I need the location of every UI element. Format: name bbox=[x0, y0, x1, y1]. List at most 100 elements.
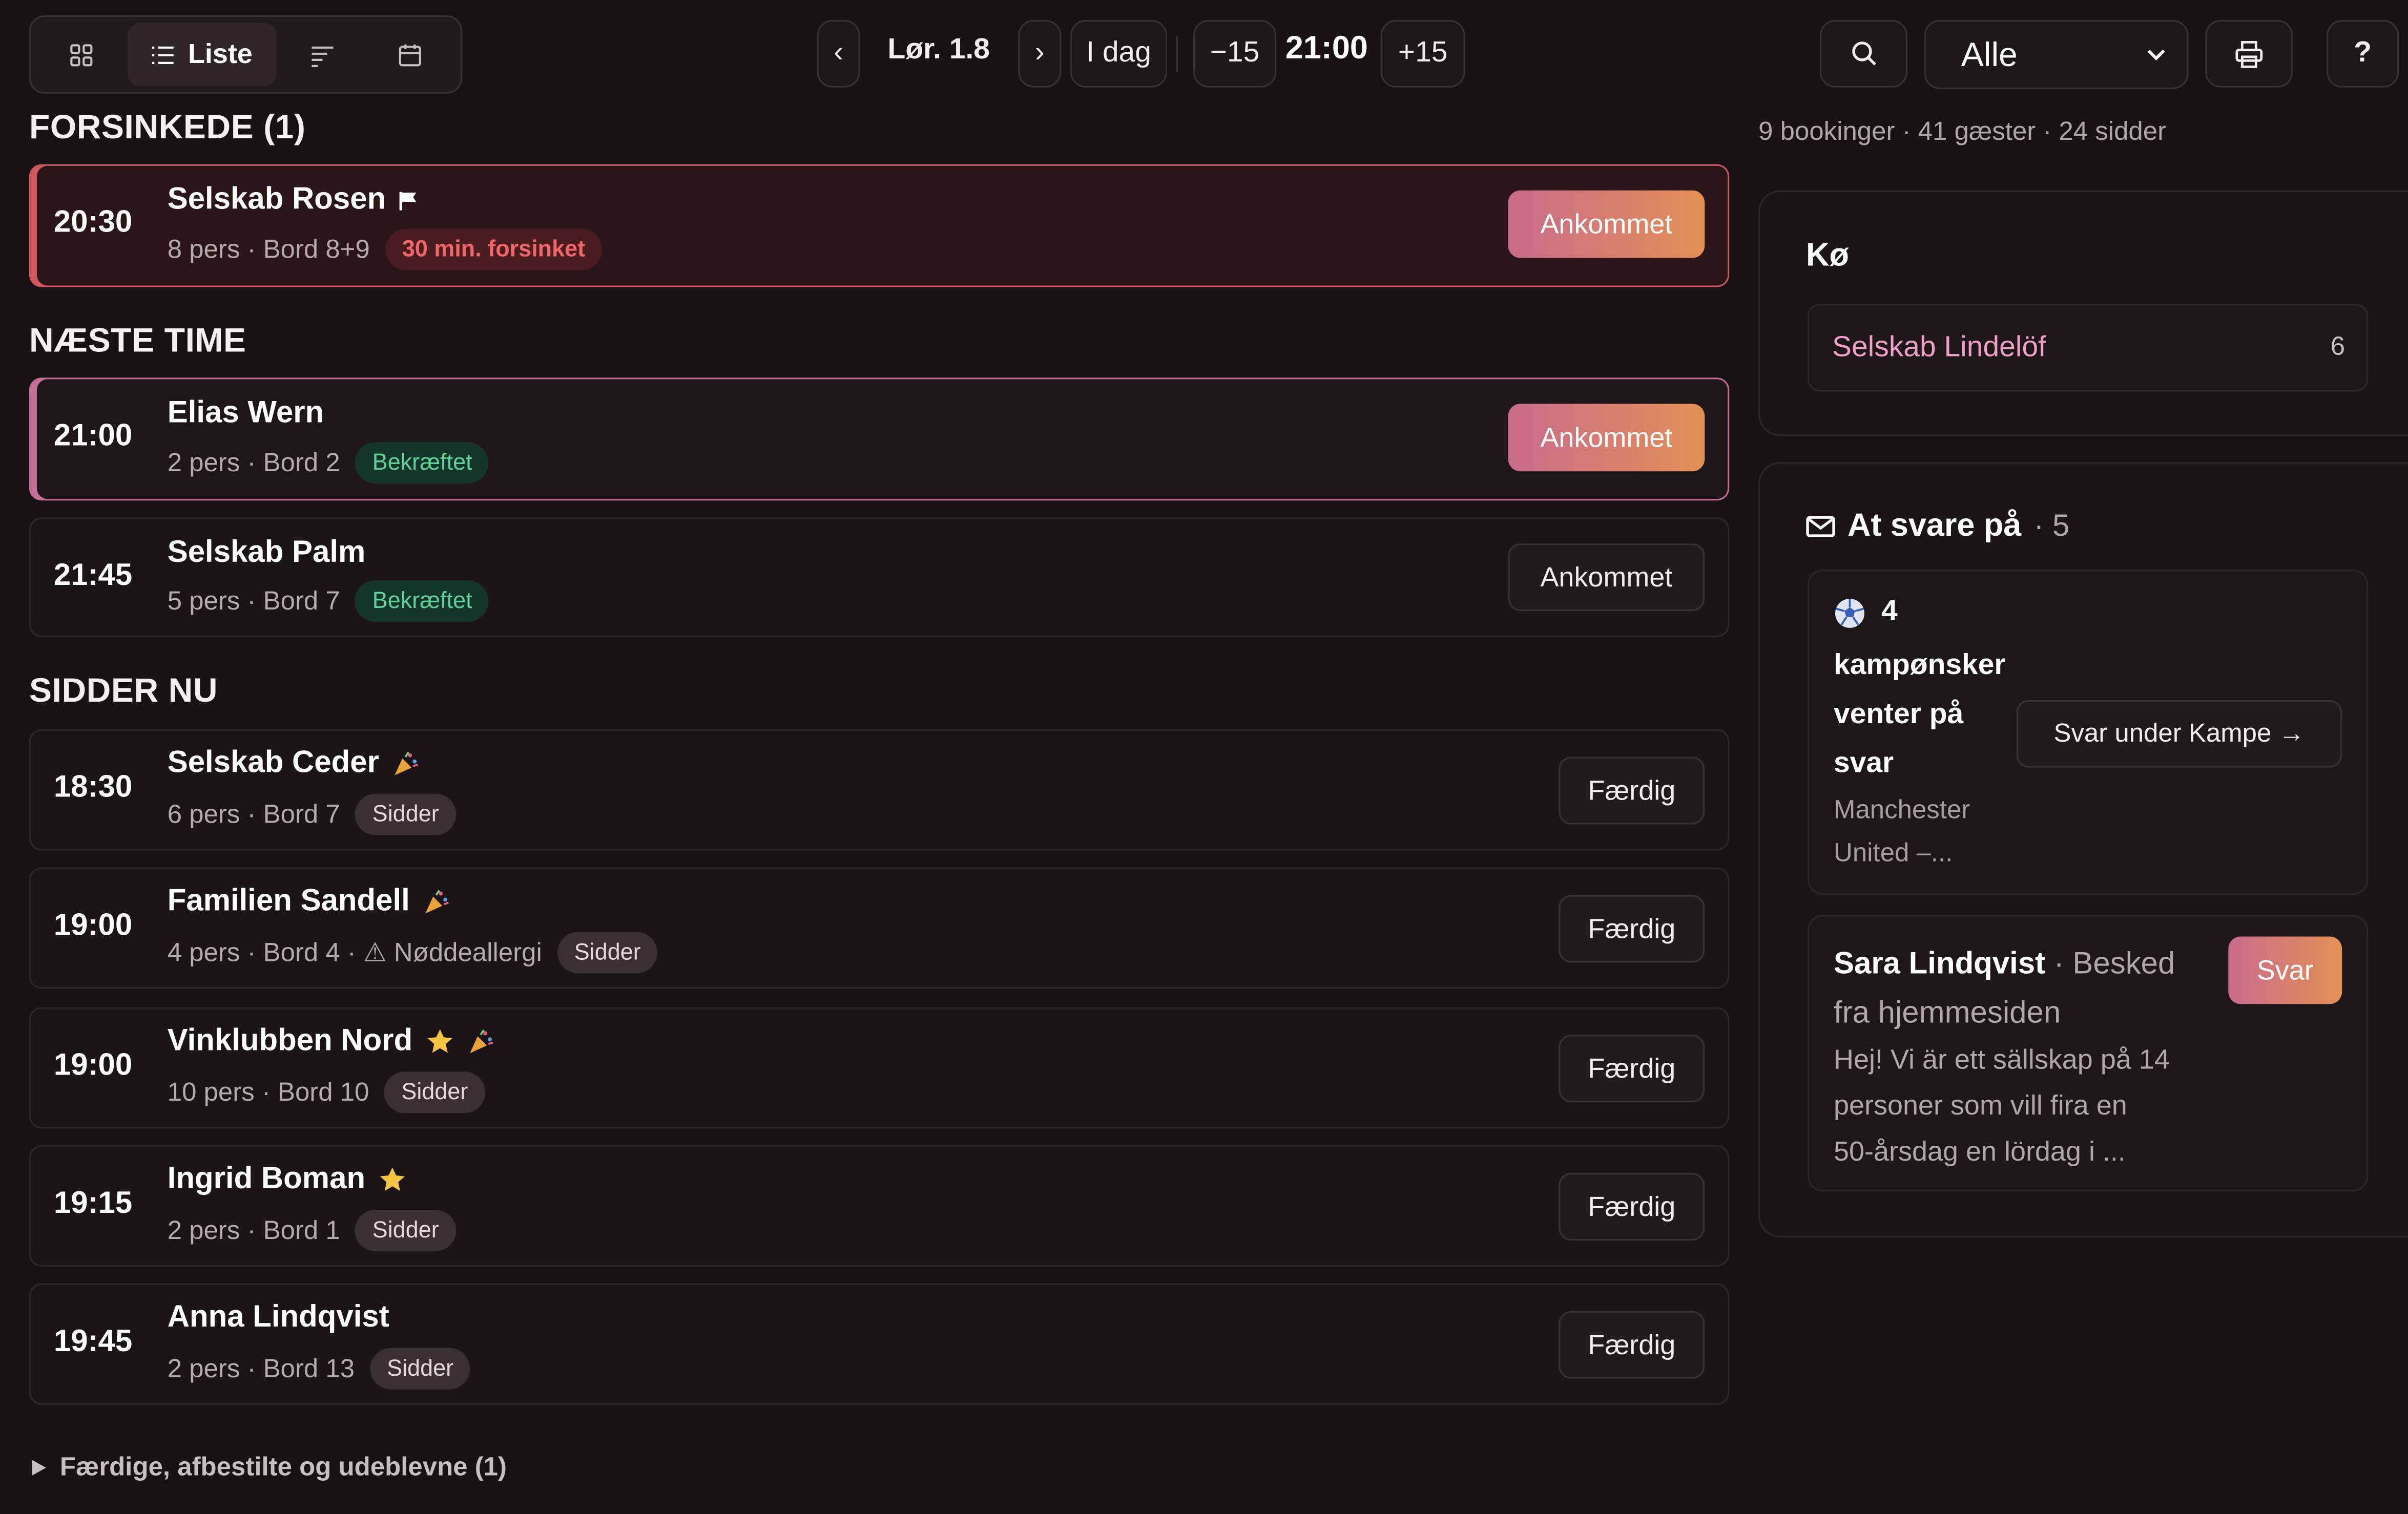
print-button[interactable] bbox=[2205, 19, 2293, 88]
list-icon bbox=[153, 46, 174, 64]
booking-time: 21:45 bbox=[53, 559, 133, 593]
done-button[interactable]: Færdig bbox=[1559, 1035, 1705, 1103]
booking-card[interactable]: 21:00 Elias Wern 2 pers · Bord 2 Bekræft… bbox=[29, 377, 1730, 501]
done-button[interactable]: Færdig bbox=[1559, 756, 1705, 825]
match-requests-subline: Manchester bbox=[1834, 795, 1970, 825]
prev-day-button[interactable]: ‹ bbox=[817, 19, 860, 88]
chevron-left-icon: ‹ bbox=[834, 36, 844, 69]
printer-icon bbox=[2235, 40, 2263, 68]
booking-meta-text: 5 pers · Bord 7 bbox=[167, 585, 340, 615]
booking-filter-select[interactable]: Alle bbox=[1924, 19, 2189, 89]
booking-name: Anna Lindqvist bbox=[168, 1300, 389, 1336]
star-icon bbox=[427, 1029, 452, 1053]
completed-bookings-toggle[interactable]: Færdige, afbestilte og udeblevne (1) bbox=[29, 1453, 507, 1483]
match-requests-line: venter på bbox=[1834, 698, 1964, 731]
booking-meta-text: 2 pers · Bord 2 bbox=[167, 447, 340, 477]
booking-name-text: Selskab Palm bbox=[167, 536, 366, 570]
queue-item-count: 6 bbox=[2330, 331, 2345, 361]
timeline-icon bbox=[312, 46, 334, 67]
message-sender: Sara Lindqvist bbox=[1834, 947, 2046, 981]
help-button[interactable]: ? bbox=[2327, 19, 2399, 88]
message-source: fra hjemmesiden bbox=[1834, 996, 2061, 1031]
booking-name-text: Ingrid Boman bbox=[167, 1162, 366, 1196]
booking-time: 21:00 bbox=[53, 419, 133, 453]
party-popper-icon bbox=[394, 751, 418, 775]
today-button[interactable]: I dag bbox=[1070, 19, 1168, 88]
arrived-button[interactable]: Ankommet bbox=[1508, 404, 1705, 472]
inbox-title: At svare på · 5 bbox=[1806, 508, 2069, 545]
booking-meta: 4 pers · Bord 4 · ⚠ Nøddeallergi Sidder bbox=[167, 932, 658, 974]
queue-panel: Kø Selskab Lindelöf 6 bbox=[1758, 190, 2408, 436]
booking-name-text: Familien Sandell bbox=[167, 884, 410, 918]
booking-card[interactable]: 19:45 Anna Lindqvist 2 pers · Bord 13 Si… bbox=[29, 1283, 1730, 1405]
confirmed-badge: Bekræftet bbox=[355, 580, 489, 622]
message-body-line: Hej! Vi är ett sällskap på 14 bbox=[1834, 1044, 2170, 1075]
match-requests-card: 4 kampønsker venter på svar Manchester U… bbox=[1808, 570, 2369, 895]
seated-badge: Sidder bbox=[355, 793, 456, 835]
booking-meta: 6 pers · Bord 7 Sidder bbox=[167, 793, 456, 835]
arrived-button[interactable]: Ankommet bbox=[1508, 543, 1705, 612]
booking-card[interactable]: 19:00 Familien Sandell 4 pers · Bord 4 ·… bbox=[29, 867, 1730, 989]
booking-meta: 2 pers · Bord 1 Sidder bbox=[168, 1210, 456, 1251]
booking-meta: 5 pers · Bord 7 Bekræftet bbox=[168, 580, 489, 622]
message-body-line: personer som vill fira en bbox=[1834, 1090, 2127, 1121]
view-calendar-tab[interactable] bbox=[370, 23, 451, 86]
queue-item[interactable]: Selskab Lindelöf 6 bbox=[1808, 304, 2369, 392]
booking-meta-text: 8 pers · Bord 8+9 bbox=[167, 234, 370, 264]
booking-time: 19:00 bbox=[53, 909, 133, 943]
seated-badge: Sidder bbox=[557, 932, 658, 974]
done-button[interactable]: Færdig bbox=[1559, 1173, 1705, 1240]
chevron-down-icon bbox=[2147, 49, 2165, 61]
match-requests-subline: United –... bbox=[1834, 838, 1953, 868]
next-day-button[interactable]: › bbox=[1018, 19, 1062, 88]
inbox-count: · 5 bbox=[2033, 509, 2070, 543]
booking-meta-text: 2 pers · Bord 1 bbox=[167, 1215, 340, 1245]
current-date: Lør. 1.8 bbox=[887, 33, 990, 66]
soccer-ball-icon bbox=[1835, 598, 1864, 627]
done-button[interactable]: Færdig bbox=[1559, 1311, 1705, 1379]
booking-card[interactable]: 19:15 Ingrid Boman 2 pers · Bord 1 Sidde… bbox=[29, 1145, 1730, 1267]
booking-summary: 9 bookinger · 41 gæster · 24 sidder bbox=[1758, 116, 2167, 146]
seated-section-title: SIDDER NU bbox=[29, 670, 218, 709]
arrived-button[interactable]: Ankommet bbox=[1508, 190, 1705, 258]
current-time: 21:00 bbox=[1285, 30, 1368, 66]
booking-meta-text: 10 pers · Bord 10 bbox=[167, 1077, 369, 1106]
booking-name: Selskab Rosen bbox=[168, 183, 420, 218]
booking-time: 18:30 bbox=[53, 770, 133, 805]
booking-meta-text: 6 pers · Bord 7 bbox=[167, 799, 340, 829]
app-root: Liste ‹ Lør. 1.8 › I dag −15 21:00 +15 A… bbox=[0, 0, 2408, 1514]
search-icon bbox=[1851, 41, 1876, 66]
late-section-title: FORSINKEDE (1) bbox=[29, 107, 306, 146]
booking-card[interactable]: 19:00 Vinklubben Nord 10 pers · Bord 10 … bbox=[29, 1007, 1730, 1129]
minus-15-button[interactable]: −15 bbox=[1193, 19, 1276, 88]
booking-card[interactable]: 20:30 Selskab Rosen 8 pers · Bord 8+9 30… bbox=[29, 164, 1730, 287]
booking-card[interactable]: 18:30 Selskab Ceder 6 pers · Bord 7 Sidd… bbox=[29, 729, 1730, 851]
reply-button[interactable]: Svar bbox=[2228, 936, 2342, 1004]
plus-15-button[interactable]: +15 bbox=[1380, 19, 1465, 88]
reply-matches-button[interactable]: Svar under Kampe → bbox=[2016, 700, 2342, 768]
view-timeline-tab[interactable] bbox=[282, 23, 364, 86]
party-popper-icon bbox=[469, 1028, 493, 1053]
view-grid-tab[interactable] bbox=[40, 23, 121, 86]
search-button[interactable] bbox=[1820, 19, 1907, 88]
booking-name-text: Selskab Rosen bbox=[167, 182, 386, 217]
next-hour-section-title: NÆSTE TIME bbox=[29, 321, 246, 360]
booking-name-text: Anna Lindqvist bbox=[167, 1300, 389, 1334]
booking-name-text: Selskab Ceder bbox=[167, 746, 379, 780]
booking-name-text: Elias Wern bbox=[167, 396, 324, 430]
match-requests-line: svar bbox=[1834, 747, 1894, 780]
booking-meta: 2 pers · Bord 2 Bekræftet bbox=[167, 442, 489, 484]
booking-card[interactable]: 21:45 Selskab Palm 5 pers · Bord 7 Bekræ… bbox=[29, 517, 1730, 637]
match-requests-text: kampønsker venter på svar bbox=[1834, 642, 2006, 789]
confirmed-badge: Bekræftet bbox=[355, 442, 489, 484]
booking-name: Selskab Ceder bbox=[168, 746, 419, 782]
done-button[interactable]: Færdig bbox=[1559, 895, 1705, 963]
message-card[interactable]: Sara Lindqvist · Besked fra hjemmesiden … bbox=[1808, 915, 2369, 1192]
view-switcher: Liste bbox=[29, 15, 463, 94]
booking-name: Elias Wern bbox=[168, 396, 324, 431]
booking-meta-text: 2 pers · Bord 13 bbox=[167, 1353, 355, 1383]
chevron-right-icon: › bbox=[1034, 36, 1045, 69]
view-list-tab[interactable]: Liste bbox=[128, 23, 276, 86]
booking-meta-text: 4 pers · Bord 4 · ⚠ Nøddeallergi bbox=[167, 937, 542, 966]
flag-icon bbox=[400, 191, 417, 210]
